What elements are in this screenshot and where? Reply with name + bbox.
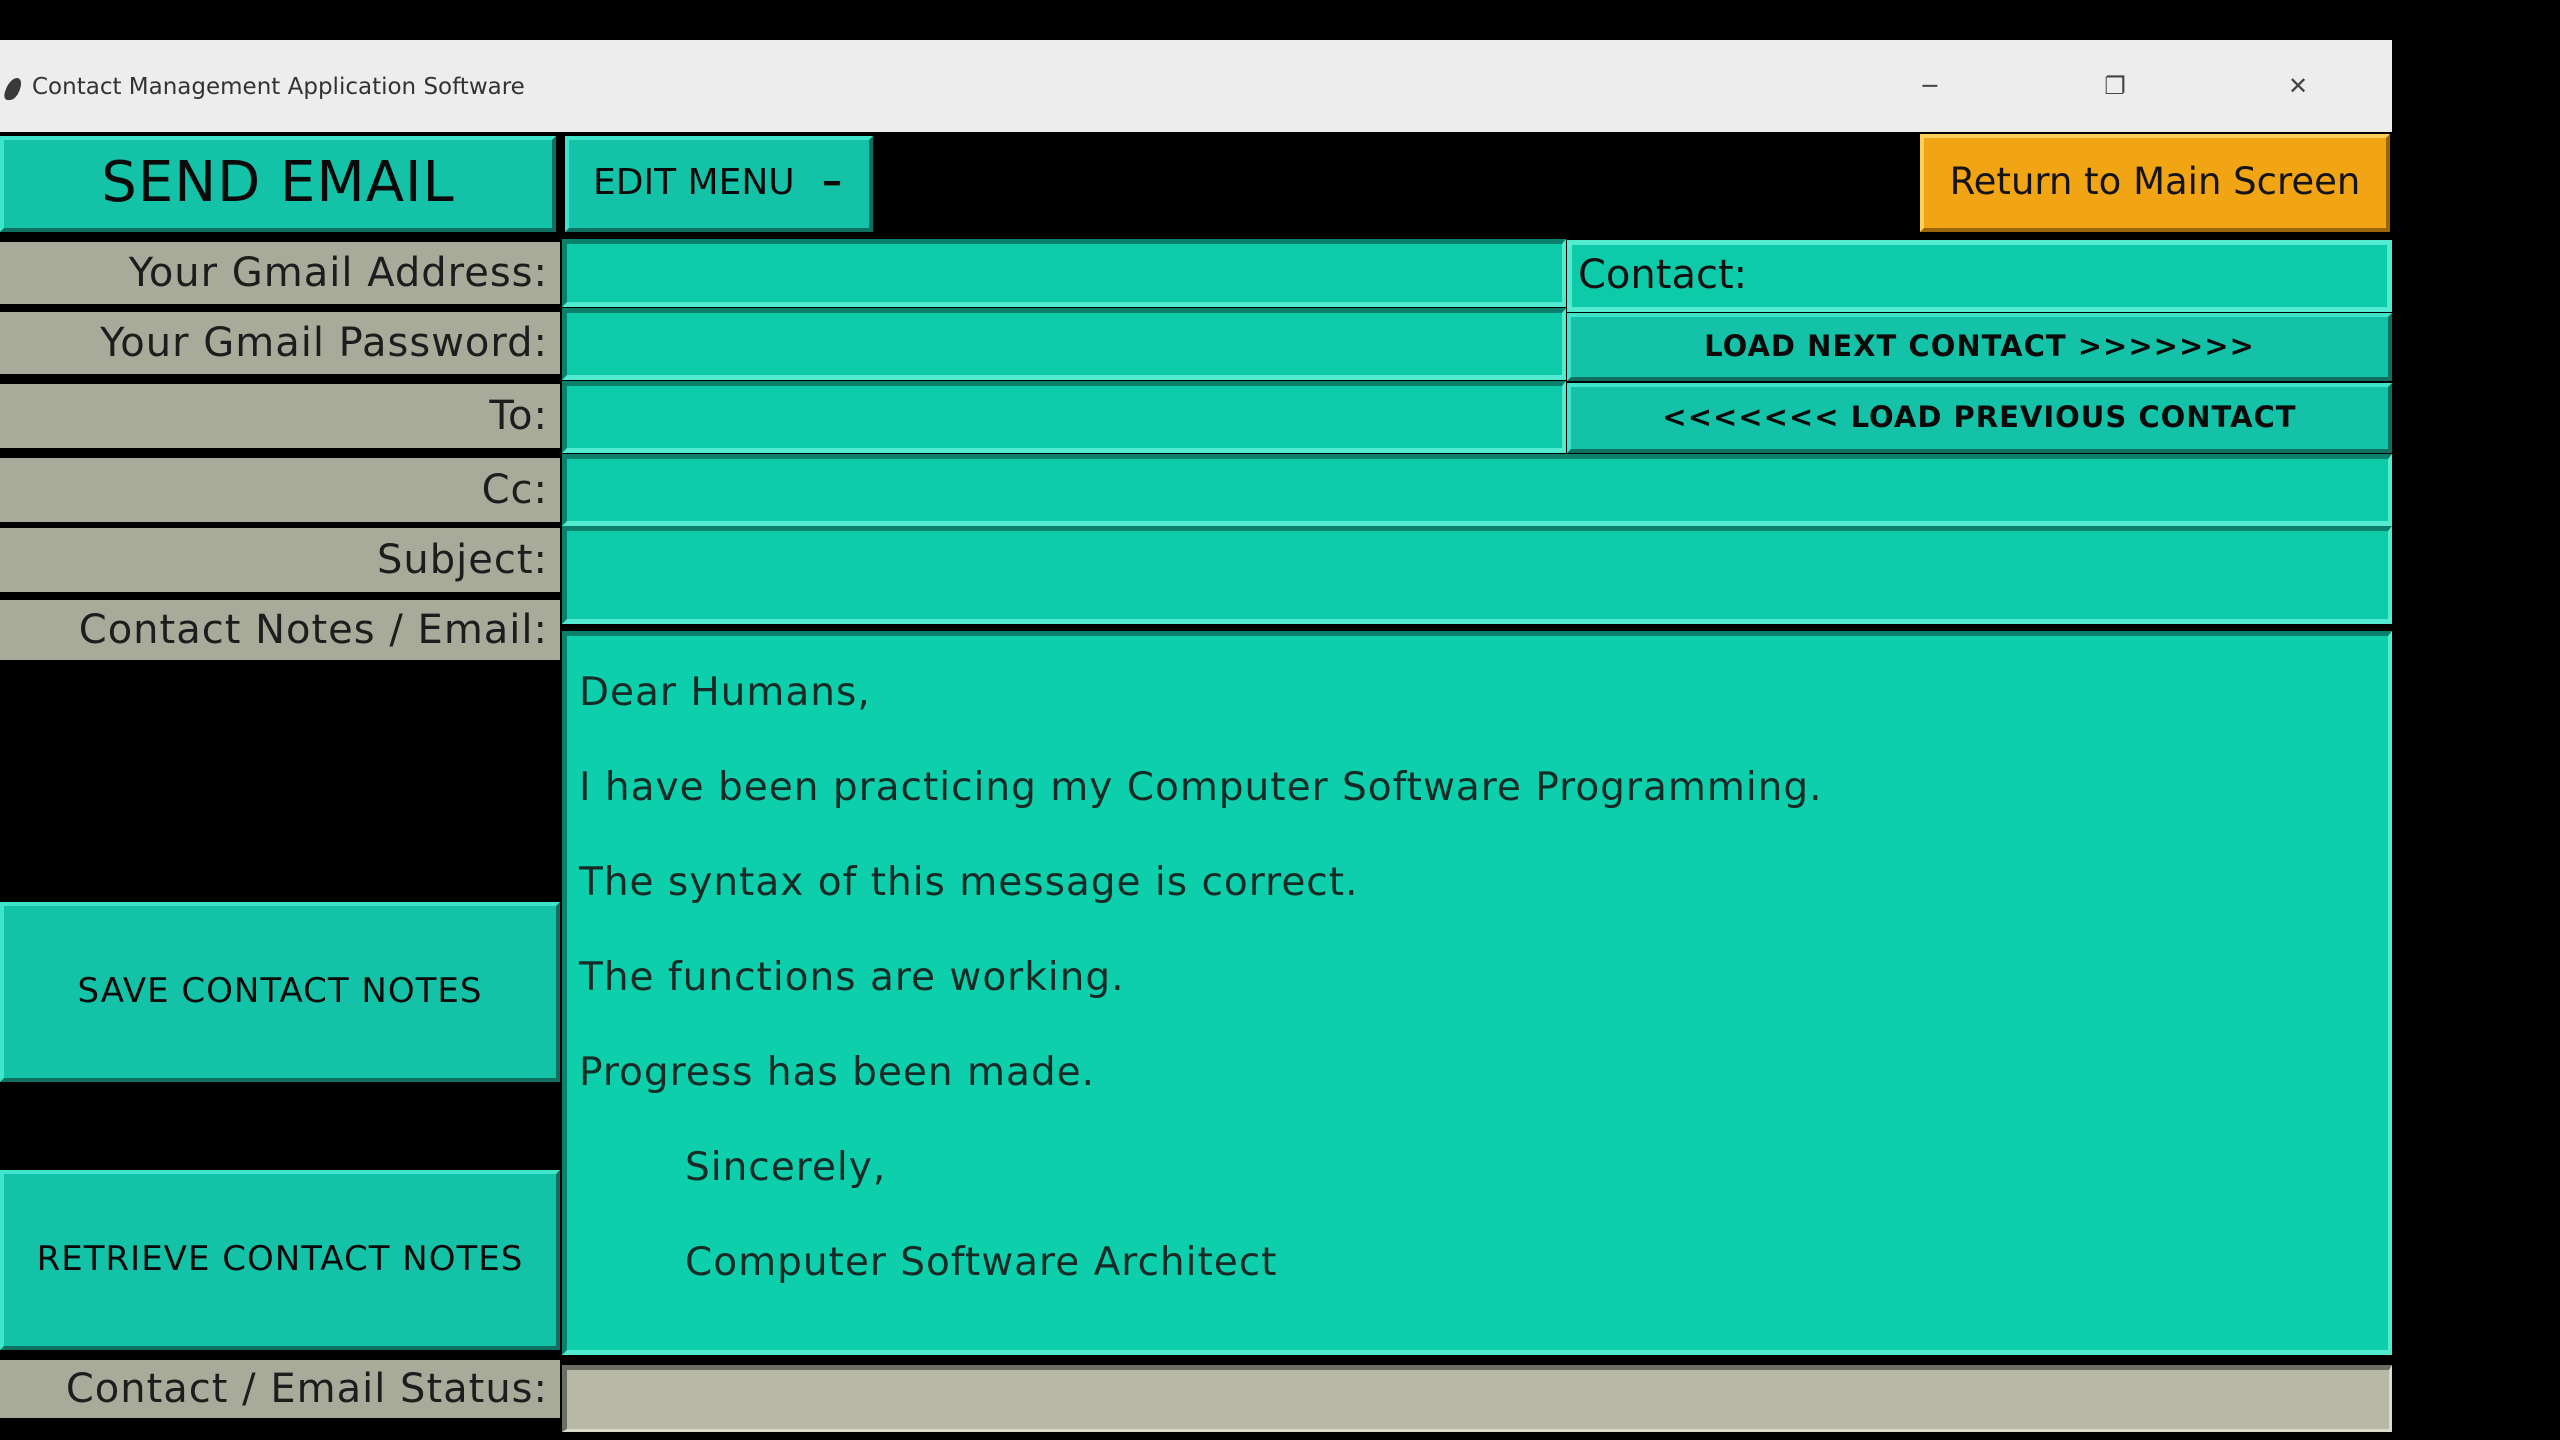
load-next-contact-label: LOAD NEXT CONTACT >>>>>>> [1704,329,2255,363]
to-field[interactable] [562,381,1566,453]
gmail-address-field[interactable] [562,239,1566,307]
notes-line: Sincerely, [685,1145,887,1190]
cc-input[interactable] [567,459,2388,521]
notes-line: I have been practicing my Computer Softw… [579,765,1823,810]
subject-input[interactable] [567,531,2388,619]
contact-field[interactable]: Contact: [1567,240,2392,312]
contact-label: Contact: [1578,252,1748,298]
notes-line: The syntax of this message is correct. [579,860,1359,905]
gmail-password-label: Your Gmail Password: [100,320,548,366]
edit-menu-label: EDIT MENU [593,162,795,203]
status-label: Contact / Email Status: [65,1366,548,1412]
dropdown-indicator-icon: ━ [824,169,840,199]
restore-button[interactable]: ❐ [2085,64,2145,108]
retrieve-contact-notes-button[interactable]: RETRIEVE CONTACT NOTES [0,1170,560,1350]
notes-line: Dear Humans, [579,670,871,715]
status-label-cell: Contact / Email Status: [0,1360,560,1418]
notes-line: Computer Software Architect [685,1240,1278,1285]
main-content: SEND EMAIL EDIT MENU ━ Return to Main Sc… [0,132,2392,1432]
load-previous-contact-button[interactable]: <<<<<<< LOAD PREVIOUS CONTACT [1567,383,2392,453]
load-previous-contact-label: <<<<<<< LOAD PREVIOUS CONTACT [1662,400,2297,434]
feather-icon [1,78,25,100]
minimize-button[interactable]: ─ [1900,64,1960,108]
cc-field[interactable] [562,454,2392,526]
retrieve-contact-notes-label: RETRIEVE CONTACT NOTES [36,1239,524,1279]
cc-label: Cc: [481,467,548,513]
to-label: To: [489,393,548,439]
edit-menu-button[interactable]: EDIT MENU ━ [565,136,873,232]
return-main-label: Return to Main Screen [1949,160,2361,203]
to-input[interactable] [567,386,1562,448]
notes-label: Contact Notes / Email: [78,607,548,653]
gmail-password-field[interactable] [562,308,1566,380]
return-main-button[interactable]: Return to Main Screen [1920,134,2390,232]
gmail-password-label-cell: Your Gmail Password: [0,312,560,374]
cc-label-cell: Cc: [0,458,560,522]
subject-label: Subject: [376,537,548,583]
notes-line: The functions are working. [579,955,1125,1000]
notes-label-cell: Contact Notes / Email: [0,600,560,660]
send-email-button[interactable]: SEND EMAIL [0,136,556,232]
gmail-password-input[interactable] [567,313,1562,375]
close-button[interactable]: ✕ [2268,64,2328,108]
contact-notes-textarea[interactable]: Dear Humans, I have been practicing my C… [562,631,2392,1355]
load-next-contact-button[interactable]: LOAD NEXT CONTACT >>>>>>> [1567,313,2392,381]
subject-field[interactable] [562,526,2392,624]
title-bar: Contact Management Application Software … [0,40,2392,132]
notes-line: Progress has been made. [579,1050,1096,1095]
status-field[interactable] [562,1365,2392,1432]
gmail-address-label: Your Gmail Address: [128,250,548,296]
save-contact-notes-button[interactable]: SAVE CONTACT NOTES [0,902,560,1082]
save-contact-notes-label: SAVE CONTACT NOTES [77,971,483,1011]
gmail-address-label-cell: Your Gmail Address: [0,242,560,304]
window-title: Contact Management Application Software [32,74,525,100]
send-email-label: SEND EMAIL [101,150,455,215]
subject-label-cell: Subject: [0,528,560,592]
gmail-address-input[interactable] [567,244,1562,302]
app-window: Contact Management Application Software … [0,40,2392,1432]
to-label-cell: To: [0,384,560,448]
